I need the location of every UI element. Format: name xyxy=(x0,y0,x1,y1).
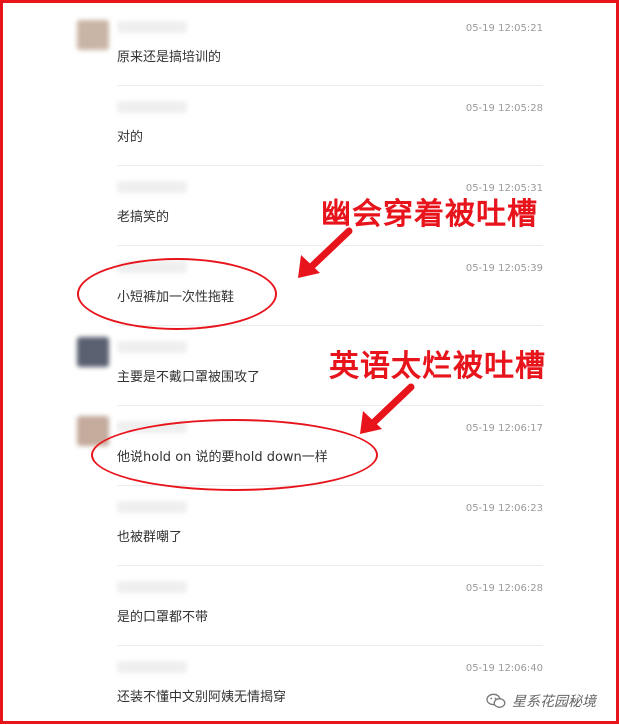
username-blurred xyxy=(117,21,187,33)
wechat-icon xyxy=(486,693,506,708)
comment-text: 还装不懂中文别阿姨无情揭穿 xyxy=(117,690,287,705)
comment-list: 05-19 12:05:21 原来还是搞培训的 05-19 12:05:28 对… xyxy=(3,3,616,721)
arrow-icon xyxy=(295,225,355,281)
username-blurred xyxy=(117,101,187,113)
comment-time: 05-19 12:05:21 xyxy=(465,23,543,34)
watermark-text: 星系花园秘境 xyxy=(512,694,596,710)
divider xyxy=(117,565,543,566)
comment-time: 05-19 12:06:40 xyxy=(465,663,543,674)
arrow-icon xyxy=(357,381,417,437)
username-blurred xyxy=(117,661,187,673)
annotation-text: 英语太烂被吐槽 xyxy=(329,349,546,384)
watermark: 星系花园秘境 xyxy=(486,691,596,711)
username-blurred xyxy=(117,181,187,193)
username-blurred xyxy=(117,501,187,513)
list-item: 05-19 12:05:21 原来还是搞培训的 xyxy=(117,5,543,85)
comment-time: 05-19 12:05:28 xyxy=(465,103,543,114)
comment-time: 05-19 12:06:28 xyxy=(465,583,543,594)
username-blurred xyxy=(117,581,187,593)
comment-time: 05-19 12:06:17 xyxy=(465,423,543,434)
divider xyxy=(117,405,543,406)
comment-time: 05-19 12:05:39 xyxy=(465,263,543,274)
comment-text: 主要是不戴口罩被围攻了 xyxy=(117,370,261,385)
avatar xyxy=(77,20,109,50)
divider xyxy=(117,645,543,646)
username-blurred xyxy=(117,341,187,353)
divider xyxy=(117,85,543,86)
list-item: 05-19 12:05:28 对的 xyxy=(117,85,543,165)
list-item: 05-19 12:06:23 也被群嘲了 xyxy=(117,485,543,565)
list-item: 05-19 12:06:28 是的口罩都不带 xyxy=(117,565,543,645)
comment-text: 原来还是搞培训的 xyxy=(117,50,222,65)
comment-text: 对的 xyxy=(117,130,144,145)
comment-text: 也被群嘲了 xyxy=(117,530,183,545)
comment-text: 老搞笑的 xyxy=(117,210,170,225)
avatar xyxy=(77,337,109,367)
comment-time: 05-19 12:06:23 xyxy=(465,503,543,514)
list-item: 05-19 12:06:40 还装不懂中文别阿姨无情揭穿 xyxy=(117,645,543,725)
comment-text: 是的口罩都不带 xyxy=(117,610,209,625)
divider xyxy=(117,165,543,166)
highlight-ellipse xyxy=(77,258,277,330)
highlight-ellipse xyxy=(91,419,378,491)
